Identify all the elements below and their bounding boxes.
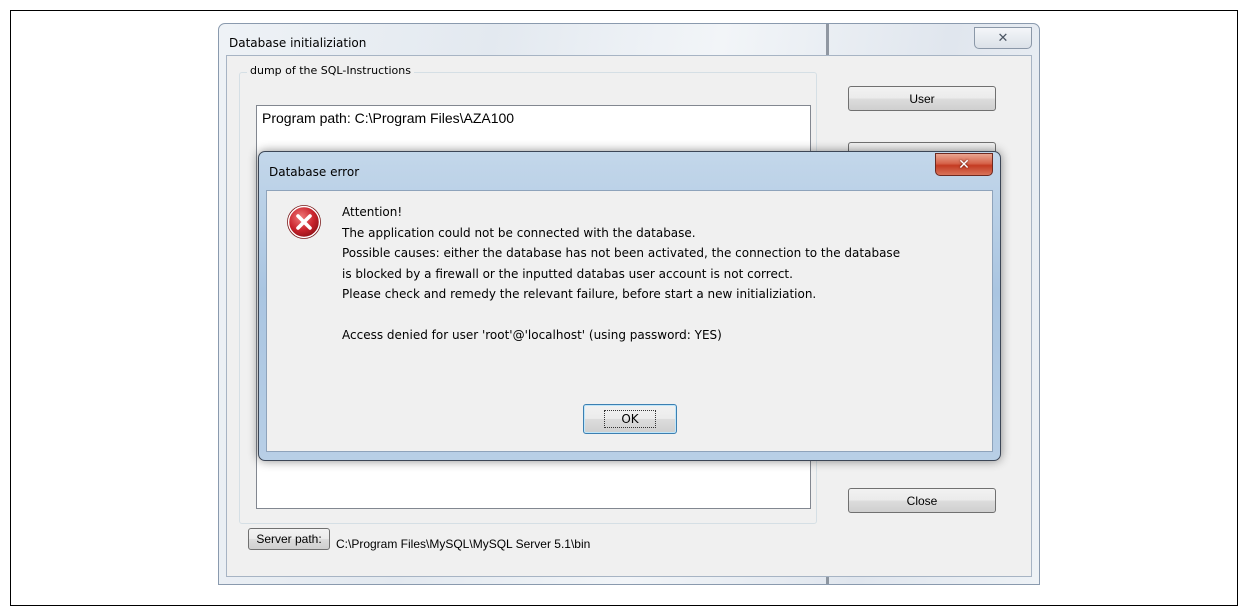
message-line: Possible causes: either the database has… (342, 246, 901, 260)
close-button[interactable]: Close (848, 488, 996, 513)
dialog-close-button[interactable]: ✕ (935, 153, 993, 176)
ok-button-label: OK (604, 410, 656, 428)
window-close-button[interactable]: ✕ (974, 27, 1032, 49)
message-line: Attention! (342, 205, 403, 219)
error-icon (287, 205, 321, 239)
database-error-dialog: Database error ✕ Attention! The applicat… (258, 151, 1001, 461)
message-line: The application could not be connected w… (342, 225, 696, 240)
close-icon: ✕ (958, 156, 970, 173)
message-line: is blocked by a firewall or the inputted… (342, 266, 793, 281)
dialog-title: Database error (269, 165, 360, 179)
server-path-value: C:\Program Files\MySQL\MySQL Server 5.1\… (336, 537, 591, 551)
program-path-line: Program path: C:\Program Files\AZA100 (262, 110, 515, 126)
ok-button[interactable]: OK (583, 404, 677, 434)
server-path-button[interactable]: Server path: (248, 528, 330, 550)
dialog-body: Attention! The application could not be … (266, 190, 993, 452)
error-message: Attention! The application could not be … (342, 202, 992, 345)
close-icon: ✕ (997, 30, 1009, 46)
groupbox-label: dump of the SQL-Instructions (247, 64, 414, 77)
error-detail: Access denied for user 'root'@'localhost… (342, 327, 722, 342)
message-line: Please check and remedy the relevant fai… (342, 287, 817, 301)
user-button[interactable]: User (848, 86, 996, 111)
window-title: Database initializiation (229, 36, 367, 50)
